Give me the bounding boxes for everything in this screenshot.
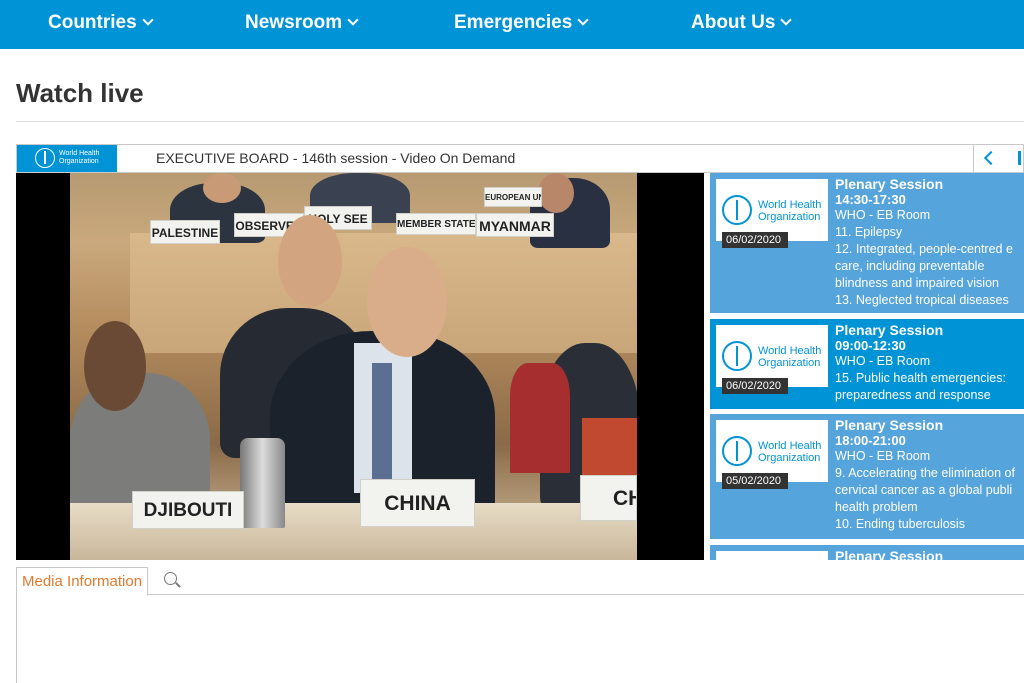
video-player[interactable]: PALESTINE OBSERVER HOLY SEE MEMBER STATE… [16, 173, 704, 560]
playlist-item[interactable]: World Health Organization 06/02/2020 Ple… [710, 173, 1024, 313]
top-navigation: Countries Newsroom Emergencies About Us [0, 0, 1024, 49]
playlist-line: cervical cancer as a global publi [835, 483, 1013, 497]
chevron-down-icon [347, 14, 359, 26]
chevron-right-icon[interactable] [1018, 151, 1021, 165]
playlist-line: 10. Ending tuberculosis [835, 517, 965, 531]
tab-media-information[interactable]: Media Information [16, 567, 149, 596]
video-person-head [84, 321, 146, 411]
thumbnail-logo-text: World Health Organization [758, 440, 821, 464]
who-logo-line2: Organization [59, 158, 99, 165]
video-speaker-tie [372, 363, 392, 483]
thumbnail-logo-line2: Organization [758, 357, 821, 369]
playlist-line: blindness and impaired vision [835, 276, 999, 290]
video-speaker-head [367, 247, 447, 357]
playlist-line: WHO - EB Room [835, 449, 931, 463]
nameplate-china: CHINA [360, 479, 475, 527]
video-frame: PALESTINE OBSERVER HOLY SEE MEMBER STATE… [70, 173, 637, 560]
who-emblem-icon [35, 148, 55, 168]
page-title: Watch live [16, 78, 144, 108]
playlist-thumbnail: World Health Organization 06/02/2020 [716, 325, 828, 394]
nameplate-european-union: EUROPEAN UNI [484, 187, 542, 207]
thumbnail-logo-line2: Organization [758, 452, 821, 464]
playlist-date: 06/02/2020 [722, 232, 788, 248]
playlist-line: 15. Public health emergencies: [835, 371, 1006, 385]
nameplate-member-states: MEMBER STATES [396, 213, 476, 235]
playlist-line: care, including preventable [835, 259, 985, 273]
playlist-nav-arrows [973, 145, 1023, 172]
nav-about-us[interactable]: About Us [691, 0, 793, 49]
nameplate-palestine: PALESTINE [150, 220, 220, 244]
playlist-item-text: Plenary Session 14:30-17:30 WHO - EB Roo… [835, 177, 1024, 309]
chevron-left-icon[interactable] [983, 150, 999, 166]
player-header-bar: World Health Organization EXECUTIVE BOAR… [16, 144, 1024, 173]
media-information-panel [16, 595, 1024, 683]
playlist-title: Plenary Session [835, 417, 944, 433]
who-logo-text: World Health Organization [59, 150, 99, 166]
nameplate-djibouti: DJIBOUTI [132, 491, 244, 529]
nav-countries[interactable]: Countries [48, 0, 154, 49]
playlist-line: 9. Accelerating the elimination of [835, 466, 1015, 480]
thumbnail-logo-line1: World Health [758, 440, 822, 452]
playlist-item[interactable]: World Health Organization 05/02/2020 Ple… [710, 414, 1024, 539]
playlist-thumbnail: World Health Organization 06/02/2020 [716, 179, 828, 248]
thumbnail-logo-line2: Organization [758, 211, 821, 223]
playlist-item-text: Plenary Session 09:00-12:30 WHO - EB Roo… [835, 323, 1024, 404]
nameplate-partial: CH [580, 475, 637, 521]
thumbnail-logo-text: World Health Organization [758, 199, 821, 223]
playlist-time: 09:00-12:30 [835, 338, 906, 353]
thumbnail-logo-line1: World Health [758, 199, 822, 211]
playlist-item-text: Plenary Session [835, 548, 1024, 561]
playlist-item[interactable]: Plenary Session [710, 545, 1024, 560]
playlist-line: preparedness and response [835, 388, 991, 402]
playlist-time: 18:00-21:00 [835, 433, 906, 448]
playlist-thumbnail: World Health Organization 05/02/2020 [716, 420, 828, 489]
video-water-jug [240, 438, 285, 528]
playlist-time: 14:30-17:30 [835, 192, 906, 207]
playlist-title: Plenary Session [835, 176, 944, 192]
media-tabs: Media Information [16, 567, 1024, 596]
playlist-line: WHO - EB Room [835, 208, 931, 222]
playlist-line: WHO - EB Room [835, 354, 931, 368]
title-divider [16, 121, 1024, 122]
nav-emergencies-label: Emergencies [454, 12, 573, 33]
playlist-title: Plenary Session [835, 548, 944, 561]
who-emblem-icon [722, 195, 752, 225]
thumbnail-logo-line1: World Health [758, 345, 822, 357]
who-logo: World Health Organization [17, 145, 117, 172]
playlist-item-active[interactable]: World Health Organization 06/02/2020 Ple… [710, 319, 1024, 409]
video-playlist: World Health Organization 06/02/2020 Ple… [706, 173, 1024, 560]
chevron-down-icon [142, 14, 154, 26]
playlist-line: 12. Integrated, people-centred e [835, 242, 1013, 256]
who-logo-line1: World Health [59, 150, 100, 157]
search-icon[interactable] [164, 572, 177, 585]
video-person-head [538, 173, 574, 213]
player-title: EXECUTIVE BOARD - 146th session - Video … [156, 150, 516, 166]
playlist-line: 13. Neglected tropical diseases [835, 293, 1009, 307]
who-emblem-icon [722, 341, 752, 371]
nav-emergencies[interactable]: Emergencies [454, 0, 589, 49]
video-person-head [278, 215, 342, 307]
nameplate-myanmar: MYANMAR [476, 213, 554, 237]
playlist-item-text: Plenary Session 18:00-21:00 WHO - EB Roo… [835, 418, 1024, 533]
playlist-thumbnail [716, 551, 828, 560]
thumbnail-logo-text: World Health Organization [758, 345, 821, 369]
playlist-date: 05/02/2020 [722, 473, 788, 489]
playlist-title: Plenary Session [835, 322, 944, 338]
video-red-jacket [510, 363, 570, 473]
nav-about-us-label: About Us [691, 12, 776, 33]
playlist-date: 06/02/2020 [722, 378, 788, 394]
nav-countries-label: Countries [48, 12, 137, 33]
playlist-line: health problem [835, 500, 918, 514]
playlist-line: 11. Epilepsy [835, 225, 903, 239]
video-person-head [203, 173, 241, 203]
who-emblem-icon [722, 436, 752, 466]
chevron-down-icon [780, 14, 793, 26]
nav-newsroom-label: Newsroom [245, 12, 343, 33]
chevron-down-icon [577, 14, 589, 26]
nav-newsroom[interactable]: Newsroom [245, 0, 359, 49]
